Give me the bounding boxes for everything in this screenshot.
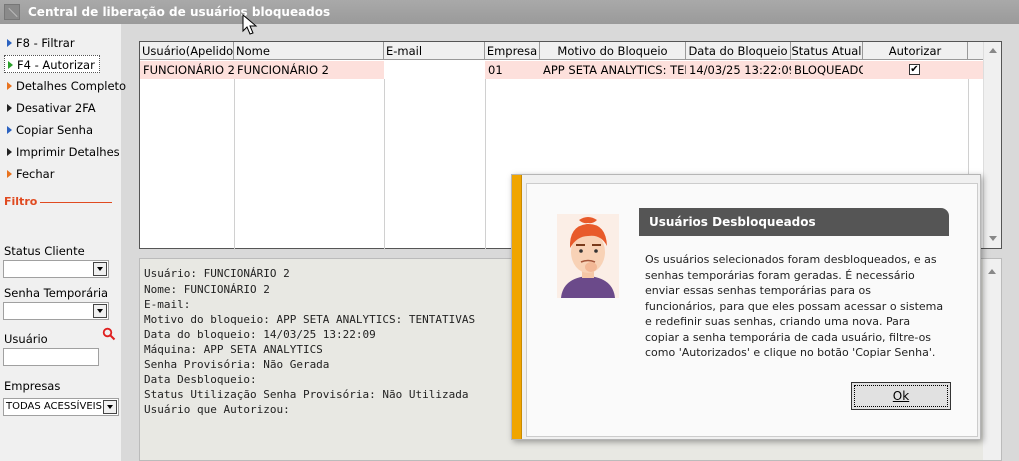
sidebar-item-copiar-senha[interactable]: Copiar Senha: [4, 121, 93, 139]
sidebar-item-autorizar[interactable]: F4 - Autorizar: [4, 55, 100, 73]
details-scrollbar[interactable]: [983, 259, 1001, 460]
table-header: Usuário(Apelido) Nome E-mail Empresa Mot…: [140, 42, 983, 60]
empresas-label: Empresas: [4, 379, 61, 393]
app-icon: [4, 4, 20, 20]
detail-line: Data Desbloqueio:: [144, 373, 257, 386]
column-header-data[interactable]: Data do Bloqueio: [686, 42, 791, 60]
column-divider: [485, 79, 486, 250]
sidebar-item-label: Imprimir Detalhes: [16, 145, 120, 159]
detail-line: Status Utilização Senha Provisória: Não …: [144, 388, 469, 401]
sidebar-item-label: Desativar 2FA: [16, 101, 96, 115]
empresas-value: TODAS ACESSÍVEIS: [6, 401, 102, 412]
chevron-down-icon[interactable]: [93, 262, 107, 276]
unlocked-users-dialog: Usuários Desbloqueados Os usuários selec…: [511, 174, 981, 440]
empresas-select[interactable]: TODAS ACESSÍVEIS: [3, 398, 119, 416]
triangle-right-icon: [7, 148, 12, 156]
column-header-usuario[interactable]: Usuário(Apelido): [140, 42, 234, 60]
filtro-divider: [40, 202, 112, 203]
detail-line: Usuário: FUNCIONÁRIO 2: [144, 267, 290, 280]
status-cliente-label: Status Cliente: [4, 244, 85, 258]
scroll-down-icon[interactable]: [986, 232, 1000, 246]
cell-motivo: APP SETA ANALYTICS: TENTATIVAS: [543, 63, 686, 77]
scroll-up-icon[interactable]: [986, 44, 1000, 58]
sidebar-item-fechar[interactable]: Fechar: [4, 165, 54, 183]
triangle-right-icon: [7, 82, 12, 90]
sidebar-item-desativar-2fa[interactable]: Desativar 2FA: [4, 99, 96, 117]
window-title: Central de liberação de usuários bloquea…: [28, 5, 331, 19]
detail-line: Motivo do bloqueio: APP SETA ANALYTICS: …: [144, 313, 476, 326]
senha-temporaria-select[interactable]: [3, 302, 109, 320]
detail-line: Usuário que Autorizou:: [144, 403, 290, 416]
ok-button[interactable]: Ok: [851, 382, 951, 410]
senha-temporaria-label: Senha Temporária: [4, 286, 109, 300]
cell-empresa: 01: [488, 63, 503, 77]
column-divider: [234, 79, 235, 250]
chevron-down-icon[interactable]: [93, 304, 107, 318]
sidebar-item-label: F8 - Filtrar: [16, 36, 75, 50]
cell-email: [384, 61, 485, 79]
autorizar-checkbox[interactable]: ✔: [909, 64, 920, 75]
cell-nome: FUNCIONÁRIO 2: [237, 63, 329, 77]
sidebar-item-filtrar[interactable]: F8 - Filtrar: [4, 34, 75, 52]
column-header-nome[interactable]: Nome: [234, 42, 384, 60]
column-header-status[interactable]: Status Atual: [791, 42, 863, 60]
detail-line: Máquina: APP SETA ANALYTICS: [144, 343, 323, 356]
scroll-up-icon[interactable]: [985, 265, 999, 279]
sidebar-item-label: F4 - Autorizar: [17, 58, 95, 72]
triangle-right-icon: [8, 61, 13, 69]
cell-status: BLOQUEADO: [794, 63, 863, 77]
table-row[interactable]: FUNCIONÁRIO 2 FUNCIONÁRIO 2 01 APP SETA …: [140, 61, 983, 79]
sidebar: F8 - Filtrar F4 - Autorizar Detalhes Com…: [0, 24, 126, 461]
filtro-heading: Filtro: [4, 195, 38, 208]
triangle-right-icon: [7, 170, 12, 178]
mouse-cursor-icon: [242, 14, 258, 35]
sidebar-item-label: Fechar: [16, 167, 55, 181]
chevron-down-icon[interactable]: [103, 400, 117, 414]
triangle-right-icon: [7, 126, 12, 134]
window-titlebar: Central de liberação de usuários bloquea…: [0, 0, 1019, 24]
sidebar-item-label: Detalhes Completo: [16, 79, 127, 93]
dialog-title: Usuários Desbloqueados: [639, 208, 949, 236]
detail-line: Data do bloqueio: 14/03/25 13:22:09: [144, 328, 376, 341]
status-cliente-select[interactable]: [3, 260, 109, 278]
column-header-email[interactable]: E-mail: [384, 42, 485, 60]
detail-line: E-mail:: [144, 298, 191, 311]
column-divider: [384, 79, 385, 250]
usuario-label: Usuário: [4, 332, 48, 346]
sidebar-item-imprimir-detalhes[interactable]: Imprimir Detalhes: [4, 143, 120, 161]
column-header-empresa[interactable]: Empresa: [485, 42, 540, 60]
avatar-icon: [557, 214, 619, 298]
cell-usuario: FUNCIONÁRIO 2: [143, 63, 234, 77]
dialog-message: Os usuários selecionados foram desbloque…: [645, 253, 944, 359]
triangle-right-icon: [7, 39, 12, 47]
sidebar-item-label: Copiar Senha: [16, 123, 93, 137]
search-icon[interactable]: [102, 327, 116, 341]
sidebar-item-detalhes-completo[interactable]: Detalhes Completo: [4, 77, 126, 95]
detail-line: Nome: FUNCIONÁRIO 2: [144, 283, 270, 296]
usuario-input[interactable]: [3, 348, 99, 366]
table-scrollbar[interactable]: [983, 42, 1001, 248]
detail-line: Senha Provisória: Não Gerada: [144, 358, 330, 371]
dialog-accent-stripe: [512, 175, 522, 439]
column-header-motivo[interactable]: Motivo do Bloqueio: [540, 42, 686, 60]
dialog-body: Usuários Desbloqueados Os usuários selec…: [526, 183, 978, 437]
cell-data: 14/03/25 13:22:09: [689, 63, 791, 77]
column-header-autorizar[interactable]: Autorizar: [863, 42, 968, 60]
triangle-right-icon: [7, 104, 12, 112]
